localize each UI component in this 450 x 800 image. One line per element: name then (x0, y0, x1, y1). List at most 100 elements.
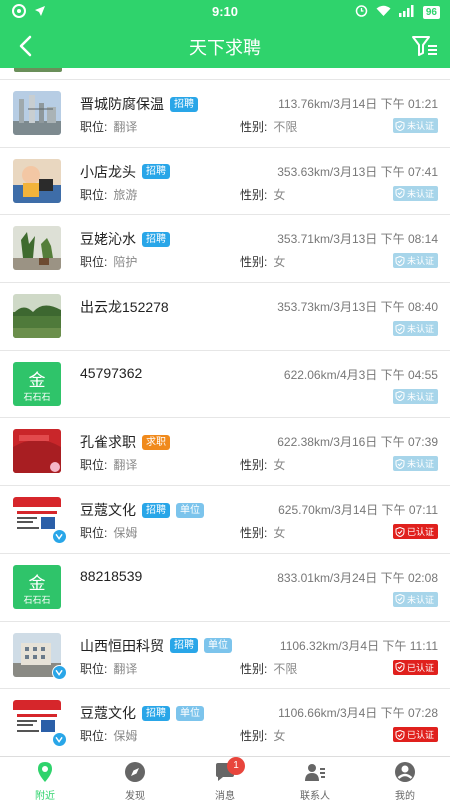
position-field: 职位: 保姆 (80, 524, 137, 541)
company-tag: 单位 (176, 502, 204, 518)
gender-value: 女 (273, 729, 286, 744)
gender-field: 性别: 不限 (240, 118, 297, 135)
avatar[interactable] (13, 158, 61, 203)
avatar[interactable] (13, 294, 61, 339)
post-title: 山西恒田科贸 招聘 单位 (80, 636, 232, 656)
poster-name: 88218539 (80, 567, 143, 584)
list-item[interactable]: 豆姥沁水 招聘 353.71km/3月13日 下午 08:14 职位: 陪护 性别:… (0, 215, 450, 284)
tab-label: 联系人 (300, 791, 330, 800)
svg-text:金: 金 (29, 371, 46, 391)
position-value: 旅游 (113, 187, 138, 202)
post-title: 出云龙152278 (80, 297, 169, 317)
distance-time: 622.06km/4月3日 下午 04:55 (283, 367, 438, 382)
poster-name: 45797362 (80, 364, 143, 381)
hiring-tag: 招聘 (170, 96, 198, 112)
distance-time: 625.70km/3月14日 下午 07:11 (278, 503, 438, 518)
list-item[interactable]: 出云龙152278 353.73km/3月13日 下午 08:40 未认证 (0, 283, 450, 351)
vip-badge-icon (52, 529, 67, 545)
badge-label: 未认证 (406, 188, 434, 199)
avatar[interactable] (13, 91, 61, 135)
list-item[interactable]: 山西恒田科贸 招聘 单位 1106.32km/3月4日 下午 11:11 职位: 翻译… (0, 621, 450, 690)
hiring-tag: 招聘 (142, 502, 170, 518)
post-list[interactable]: 晋城防腐保温 招聘 113.76km/3月14日 下午 01:21 职位: 翻译 性… (0, 68, 450, 756)
badge-label: 已认证 (406, 527, 434, 538)
tab-nearby[interactable]: 附近 (0, 757, 90, 800)
gender-field: 性别: 不限 (240, 660, 297, 677)
list-item[interactable]: 金石石石 45797362 622.06km/4月3日 下午 04:55 未认证 (0, 350, 450, 419)
company-tag: 单位 (204, 638, 232, 653)
poster-name: 豆蔻文化 (80, 502, 136, 519)
list-item[interactable]: 金石石石 88218539 833.01km/3月24日 下午 02:08 未认… (0, 553, 450, 622)
filter-icon (412, 36, 437, 56)
gender-label: 性别: (240, 458, 268, 473)
gender-label: 性别: (240, 729, 268, 744)
list-item[interactable]: 孔雀求职 求职 622.38km/3月16日 下午 07:39 职位: 翻译 性别:… (0, 418, 450, 487)
post-title: 45797362 (80, 365, 142, 381)
avatar[interactable] (13, 226, 61, 271)
list-item-partial (0, 68, 450, 80)
distance-time: 1106.32km/3月4日 下午 11:11 (279, 638, 438, 653)
position-label: 职位: (80, 458, 108, 473)
tab-contacts[interactable]: 联系人 (270, 757, 360, 800)
verified-badge: 已认证 (392, 524, 438, 540)
position-field: 职位: 保姆 (80, 727, 137, 744)
gender-field: 性别: 女 (240, 253, 285, 270)
badge-label: 未认证 (406, 121, 434, 131)
gender-value: 女 (273, 187, 286, 202)
avatar[interactable]: 金石石石 (13, 361, 61, 406)
job-seeking-tag: 求职 (142, 434, 170, 450)
poster-name: 豆姥沁水 (80, 231, 136, 248)
list-item[interactable]: 豆蔻文化 招聘 单位 1106.66km/3月4日 下午 07:28 职位: 保姆 性… (0, 689, 450, 756)
gender-label: 性别: (240, 526, 268, 541)
tab-discover[interactable]: 发现 (90, 757, 180, 800)
gender-value: 女 (273, 458, 286, 473)
distance-time: 353.71km/3月13日 下午 08:14 (277, 232, 438, 247)
svg-text:石石石: 石石石 (23, 393, 50, 403)
post-title: 豆蔻文化 招聘 单位 (80, 500, 204, 520)
avatar[interactable]: 金石石石 (13, 564, 61, 609)
svg-text:石石石: 石石石 (23, 596, 50, 606)
position-label: 职位: (80, 729, 108, 744)
gender-label: 性别: (240, 255, 268, 270)
filter-button[interactable] (410, 32, 440, 60)
hiring-tag: 招聘 (170, 638, 198, 653)
vip-badge-icon (52, 664, 67, 680)
poster-name: 出云龙152278 (80, 299, 169, 316)
gender-label: 性别: (240, 120, 268, 134)
avatar[interactable] (13, 429, 61, 474)
badge-label: 未认证 (406, 594, 434, 605)
unverified-badge: 未认证 (392, 118, 438, 133)
tab-messages[interactable]: 1 消息 (180, 757, 270, 800)
post-title: 晋城防腐保温 招聘 (80, 94, 198, 114)
position-value: 保姆 (113, 526, 138, 541)
hiring-tag: 招聘 (142, 164, 170, 180)
alarm-icon (355, 4, 368, 20)
badge-label: 未认证 (406, 391, 434, 402)
page-title: 天下求聘 (189, 38, 261, 58)
position-label: 职位: (80, 526, 108, 541)
tab-label: 我的 (395, 791, 415, 800)
gender-label: 性别: (240, 661, 268, 676)
badge-label: 未认证 (406, 324, 434, 335)
gender-value: 不限 (273, 661, 298, 676)
list-item[interactable]: 晋城防腐保温 招聘 113.76km/3月14日 下午 01:21 职位: 翻译 性… (0, 80, 450, 148)
position-value: 翻译 (113, 661, 138, 676)
poster-name: 豆蔻文化 (80, 705, 136, 722)
poster-name: 孔雀求职 (80, 434, 136, 451)
list-item[interactable]: 豆蔻文化 招聘 单位 625.70km/3月14日 下午 07:11 职位: 保姆 性… (0, 486, 450, 554)
post-title: 小店龙头 招聘 (80, 162, 170, 182)
tab-label: 消息 (215, 791, 235, 800)
poster-name: 小店龙头 (80, 163, 136, 180)
unverified-badge: 未认证 (392, 253, 438, 269)
tab-me[interactable]: 我的 (360, 757, 450, 800)
unverified-badge: 未认证 (392, 321, 438, 337)
post-title: 孔雀求职 求职 (80, 432, 170, 452)
position-label: 职位: (80, 120, 108, 134)
distance-time: 1106.66km/3月4日 下午 07:28 (278, 706, 438, 721)
list-item[interactable]: 小店龙头 招聘 353.63km/3月13日 下午 07:41 职位: 旅游 性别:… (0, 147, 450, 216)
gender-field: 性别: 女 (240, 456, 285, 473)
company-tag: 单位 (176, 705, 204, 721)
badge-label: 未认证 (406, 459, 434, 470)
location-pin-icon (38, 762, 52, 782)
badge-label: 已认证 (406, 662, 434, 673)
